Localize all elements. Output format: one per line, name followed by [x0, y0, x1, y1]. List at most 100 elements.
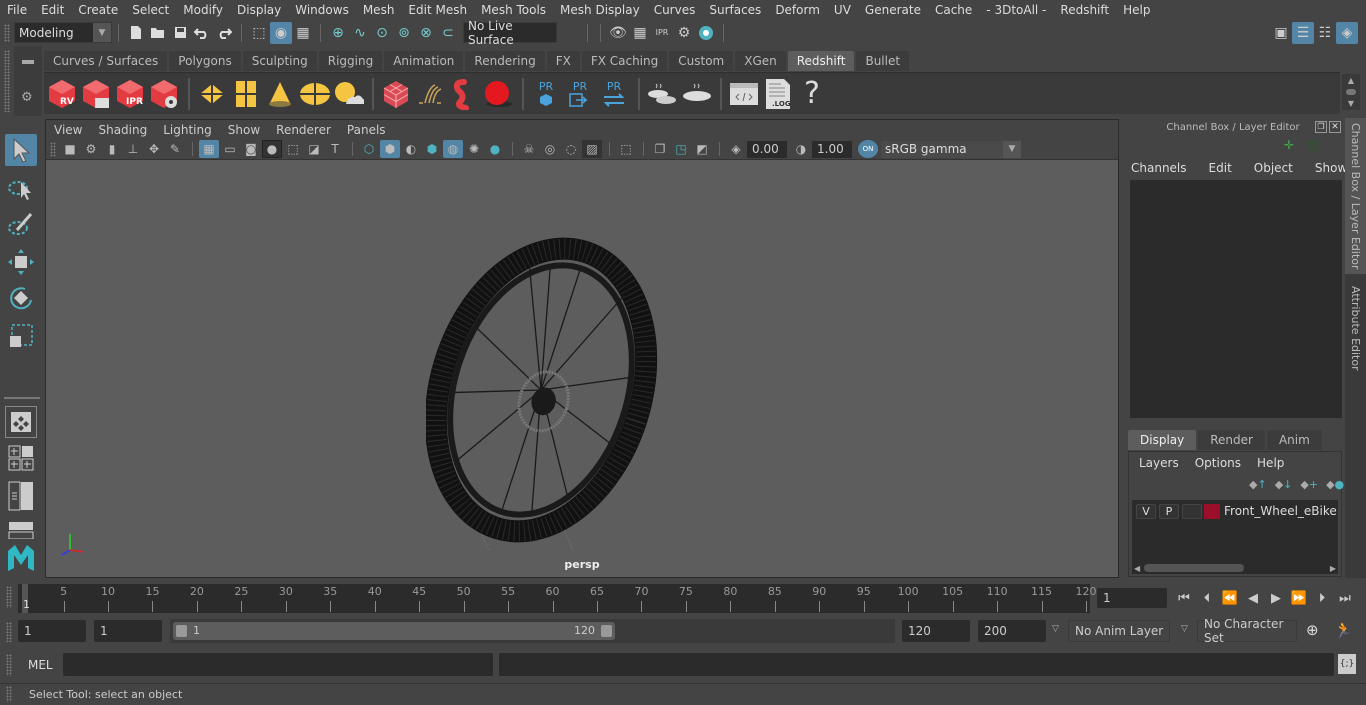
menu-edit[interactable]: Edit — [34, 3, 71, 17]
shadows-icon[interactable]: ● — [485, 140, 505, 158]
safe-action-icon[interactable]: ◪ — [304, 140, 324, 158]
2d-pan-zoom-icon[interactable]: ✥ — [144, 140, 164, 158]
menu-modify[interactable]: Modify — [176, 3, 230, 17]
step-back-frame-icon[interactable]: ⏴ — [1197, 589, 1217, 607]
snap-curve-icon[interactable]: ∿ — [349, 22, 371, 44]
xray-icon[interactable]: ❐ — [650, 140, 670, 158]
viewport-menu-shading[interactable]: Shading — [90, 123, 155, 137]
tool-settings-toggle-icon[interactable]: ◈ — [1336, 22, 1358, 44]
channel-menu-edit[interactable]: Edit — [1206, 161, 1235, 175]
viewport-menu-show[interactable]: Show — [220, 123, 268, 137]
move-tool-icon[interactable] — [5, 246, 37, 278]
shelf-tab-animation[interactable]: Animation — [384, 51, 464, 71]
viewport-panel[interactable]: View Shading Lighting Show Renderer Panels ■ … — [45, 119, 1119, 578]
safe-title-icon[interactable]: T — [325, 140, 345, 158]
render-view-icon[interactable]: 👁 — [607, 22, 629, 44]
maya-logo-icon[interactable] — [5, 542, 37, 574]
pr-mesh-icon[interactable]: PR — [530, 76, 562, 112]
rs-ies-light-icon[interactable] — [264, 76, 296, 112]
grip-handle[interactable] — [6, 586, 12, 608]
viewport-menu-renderer[interactable]: Renderer — [268, 123, 339, 137]
play-forwards-icon[interactable]: ▶ — [1266, 589, 1286, 607]
rs-proxy-icon[interactable] — [380, 76, 412, 112]
scroll-thumb[interactable] — [1144, 564, 1245, 572]
timeline-bar[interactable]: 1 5 10 15 20 25 30 35 40 45 50 55 60 65 70 75 80 85 90 95 1… — [18, 584, 1097, 613]
playback-toggle[interactable]: P — [1159, 503, 1179, 519]
menu-3dtoall[interactable]: - 3DtoAll - — [979, 3, 1053, 17]
float-panel-icon[interactable]: ❐ — [1315, 121, 1327, 133]
channel-box-toggle-icon[interactable]: ☰ — [1292, 22, 1314, 44]
make-live-icon[interactable]: ⊂ — [437, 22, 459, 44]
menu-redshift[interactable]: Redshift — [1053, 3, 1116, 17]
rs-portal-light-icon[interactable] — [230, 76, 262, 112]
script-editor-icon[interactable]: {;} — [1338, 654, 1356, 674]
bake-single-icon[interactable] — [680, 76, 712, 112]
shelf-tab-rigging[interactable]: Rigging — [318, 51, 383, 71]
grip-handle[interactable] — [6, 654, 12, 676]
shelf-tab-polygons[interactable]: Polygons — [169, 51, 241, 71]
rs-sun-sky-icon[interactable] — [332, 76, 364, 112]
scroll-left-icon[interactable]: ◀ — [1134, 564, 1140, 573]
render-settings-icon[interactable]: ⚙ — [673, 22, 695, 44]
save-scene-icon[interactable] — [169, 22, 191, 44]
menu-cache[interactable]: Cache — [928, 3, 979, 17]
go-to-end-icon[interactable]: ⏭ — [1335, 589, 1355, 607]
menu-display[interactable]: Display — [230, 3, 288, 17]
shelf-tab-curves-surfaces[interactable]: Curves / Surfaces — [44, 51, 168, 71]
range-end-handle[interactable] — [601, 625, 612, 637]
character-set-dropdown[interactable]: No Character Set — [1197, 617, 1297, 645]
tab-channel-box[interactable]: Channel Box / Layer Editor — [1345, 118, 1366, 274]
tab-attribute-editor[interactable]: Attribute Editor — [1345, 278, 1366, 378]
new-layer-icon[interactable]: ◆+ — [1300, 478, 1318, 491]
viewport-menu-lighting[interactable]: Lighting — [155, 123, 220, 137]
paint-select-tool-icon[interactable] — [5, 208, 37, 240]
snap-surface-icon[interactable]: ⊗ — [415, 22, 437, 44]
snap-grid-icon[interactable]: ⊕ — [327, 22, 349, 44]
layer-menu-help[interactable]: Help — [1257, 456, 1284, 470]
select-object-icon[interactable]: ◉ — [270, 21, 292, 44]
anti-aliasing-icon[interactable]: ◌ — [561, 140, 581, 158]
display-type-toggle[interactable] — [1182, 503, 1202, 519]
chevron-down-icon[interactable]: ▽ — [1052, 624, 1059, 634]
step-back-key-icon[interactable]: ⏪ — [1220, 589, 1240, 607]
menu-mesh[interactable]: Mesh — [356, 3, 402, 17]
grip-handle[interactable] — [4, 50, 10, 112]
channel-menu-channels[interactable]: Channels — [1128, 161, 1190, 175]
pr-swap-icon[interactable]: PR — [598, 76, 630, 112]
command-language-label[interactable]: MEL — [28, 658, 53, 672]
outliner-layout-icon[interactable] — [5, 480, 37, 512]
shelf-tab-sculpting[interactable]: Sculpting — [242, 51, 317, 71]
ambient-occlusion-icon[interactable]: ☠ — [519, 140, 539, 158]
film-gate-icon[interactable]: ▭ — [220, 140, 240, 158]
gate-mask-icon[interactable]: ● — [262, 140, 282, 158]
menu-mesh-display[interactable]: Mesh Display — [553, 3, 647, 17]
layer-color-swatch[interactable] — [1204, 503, 1220, 519]
snap-point-icon[interactable]: ⊙ — [371, 22, 393, 44]
workspace-dropdown[interactable]: Modeling ▼ — [14, 22, 112, 43]
rotate-tool-icon[interactable] — [5, 282, 37, 314]
playback-start-field[interactable]: 1 — [94, 620, 162, 642]
anim-layer-dropdown[interactable]: No Anim Layer — [1068, 620, 1170, 642]
camera-attributes-icon[interactable]: ⚙ — [81, 140, 101, 158]
step-forward-key-icon[interactable]: ⏩ — [1289, 589, 1309, 607]
menu-windows[interactable]: Windows — [288, 3, 356, 17]
pr-export-icon[interactable]: PR — [564, 76, 596, 112]
layer-tab-anim[interactable]: Anim — [1266, 430, 1322, 450]
shelf-tab-xgen[interactable]: XGen — [735, 51, 786, 71]
rs-render-view-icon[interactable]: RV — [46, 76, 78, 112]
arrow-down-icon[interactable]: ▼ — [1348, 99, 1354, 108]
menu-select[interactable]: Select — [125, 3, 176, 17]
new-scene-icon[interactable] — [125, 22, 147, 44]
redo-icon[interactable] — [213, 22, 235, 44]
wireframe-on-shaded-icon[interactable]: ⬢ — [422, 140, 442, 158]
gamma-icon[interactable]: ◑ — [791, 140, 811, 158]
help-icon[interactable]: ? — [796, 76, 828, 112]
bookmark-icon[interactable]: ▮ — [102, 140, 122, 158]
exposure-icon[interactable]: ◈ — [726, 140, 746, 158]
rs-volume-icon[interactable] — [448, 76, 480, 112]
bake-multiple-icon[interactable] — [646, 76, 678, 112]
close-icon[interactable]: ✕ — [1329, 121, 1341, 133]
shelf-tab-bullet[interactable]: Bullet — [856, 51, 910, 71]
gear-icon[interactable]: ⚙ — [21, 90, 33, 105]
isolate-select-icon[interactable]: ⬚ — [616, 140, 636, 158]
